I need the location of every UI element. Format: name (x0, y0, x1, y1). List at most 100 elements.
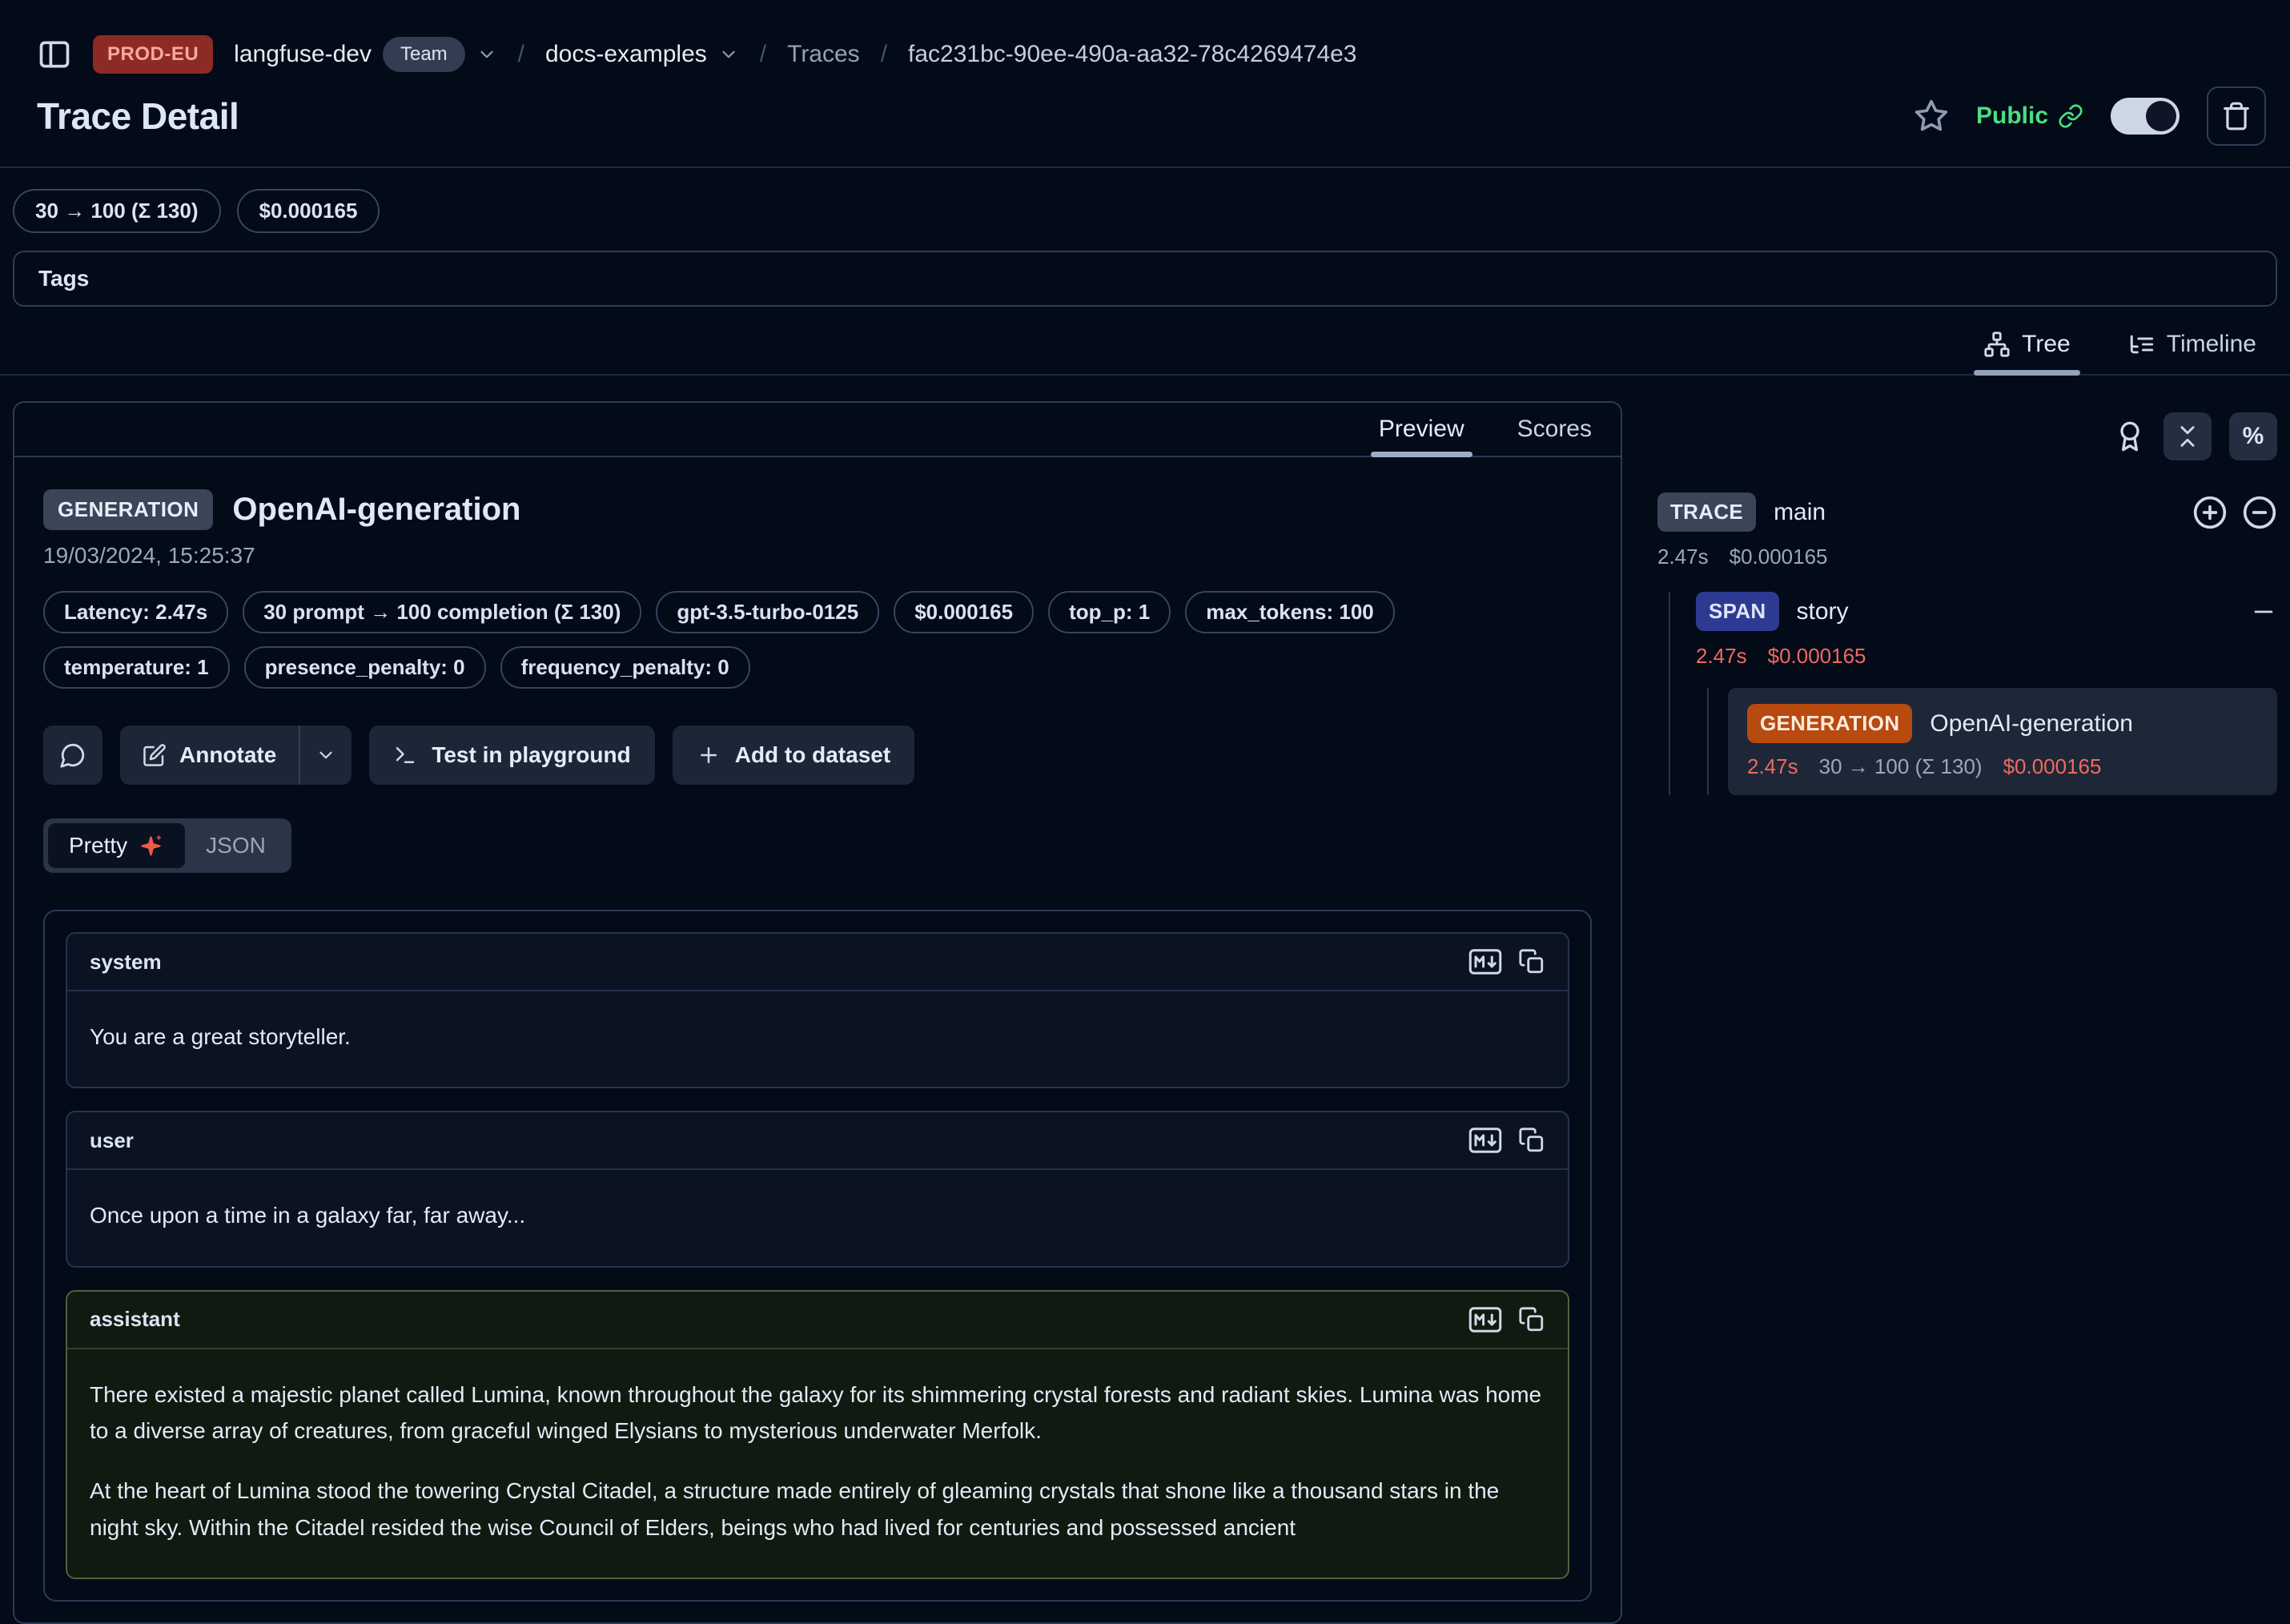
expand-all-button[interactable] (2192, 495, 2228, 530)
messages-container: system (43, 910, 1592, 1602)
tree-row-span[interactable]: SPAN story (1696, 592, 2277, 631)
message-content: There existed a majestic planet called L… (67, 1349, 1568, 1578)
public-toggle[interactable] (2111, 98, 2180, 135)
team-badge: Team (383, 37, 465, 72)
trace-latency: 2.47s (1657, 545, 1709, 569)
tree-row-trace[interactable]: TRACE main (1657, 492, 2277, 532)
max-tokens-badge: max_tokens: 100 (1185, 591, 1395, 633)
tab-tree[interactable]: Tree (1974, 331, 2080, 374)
content-area: Preview Scores GENERATION OpenAI-generat… (0, 376, 2290, 1624)
circle-minus-icon (2242, 495, 2277, 530)
markdown-toggle-button[interactable] (1468, 1306, 1502, 1333)
tree-row-generation-selected[interactable]: GENERATION OpenAI-generation 2.47s 30 → … (1728, 688, 2277, 795)
span-metrics: 2.47s $0.000165 (1696, 644, 2277, 669)
add-to-dataset-label: Add to dataset (735, 742, 890, 768)
span-latency: 2.47s (1696, 644, 1747, 669)
award-icon (2114, 420, 2146, 452)
copy-button[interactable] (1518, 948, 1545, 975)
environment-badge: PROD-EU (93, 35, 213, 74)
annotate-button-group: Annotate (120, 726, 352, 785)
circle-plus-icon (2192, 495, 2228, 530)
span-cost: $0.000165 (1768, 644, 1866, 669)
trace-summary: 30 → 100 (Σ 130) $0.000165 (0, 168, 2290, 233)
project-switcher-chevron[interactable] (476, 44, 497, 65)
page-header: Trace Detail Public (0, 74, 2290, 146)
generation-name: OpenAI-generation (1930, 710, 2133, 738)
chevron-down-icon (476, 44, 497, 65)
collapse-span-button[interactable] (2250, 598, 2277, 625)
annotations-button[interactable] (2114, 420, 2146, 452)
collapse-all-button[interactable] (2242, 495, 2277, 530)
trash-icon (2221, 101, 2252, 131)
annotate-dropdown-button[interactable] (300, 726, 352, 785)
message-header: user (67, 1112, 1568, 1170)
copy-button[interactable] (1518, 1306, 1545, 1333)
trace-cost-badge: $0.000165 (237, 189, 380, 233)
generation-latency: 2.47s (1747, 754, 1798, 779)
comment-button[interactable] (43, 726, 102, 785)
tab-timeline[interactable]: Timeline (2119, 331, 2266, 374)
public-link-button[interactable]: Public (1976, 103, 2083, 130)
tab-timeline-label: Timeline (2167, 331, 2256, 358)
breadcrumb-traces-link[interactable]: Traces (787, 41, 860, 68)
show-metrics-button[interactable]: % (2229, 412, 2277, 460)
trace-children: SPAN story 2.47s $0.000165 GENER (1669, 592, 2277, 795)
span-children: GENERATION OpenAI-generation 2.47s 30 → … (1707, 688, 2277, 795)
message-content: You are a great storyteller. (67, 991, 1568, 1087)
tab-tree-label: Tree (2022, 331, 2071, 358)
message-content: Once upon a time in a galaxy far, far aw… (67, 1170, 1568, 1265)
tab-scores[interactable]: Scores (1509, 403, 1600, 456)
model-badge: gpt-3.5-turbo-0125 (656, 591, 879, 633)
folder-switcher-chevron[interactable] (718, 44, 739, 65)
collapse-tree-button[interactable] (2163, 412, 2212, 460)
breadcrumb-folder[interactable]: docs-examples (545, 41, 707, 68)
markdown-toggle-button[interactable] (1468, 948, 1502, 975)
markdown-toggle-button[interactable] (1468, 1127, 1502, 1154)
format-json-segment[interactable]: JSON (185, 823, 287, 868)
copy-button[interactable] (1518, 1127, 1545, 1154)
breadcrumb-separator: / (881, 41, 887, 68)
markdown-icon (1468, 1127, 1502, 1154)
page-title: Trace Detail (37, 94, 239, 138)
terminal-icon (393, 743, 417, 767)
tags-input[interactable]: Tags (13, 251, 2277, 307)
assistant-paragraph: At the heart of Lumina stood the towerin… (90, 1473, 1545, 1546)
bookmark-button[interactable] (1914, 98, 1949, 134)
observation-type-badge: GENERATION (43, 489, 213, 530)
trace-token-badge: 30 → 100 (Σ 130) (13, 189, 221, 233)
cost-badge: $0.000165 (894, 591, 1034, 633)
top-p-badge: top_p: 1 (1048, 591, 1171, 633)
tab-preview[interactable]: Preview (1371, 403, 1472, 456)
breadcrumb-separator: / (518, 41, 524, 68)
format-pretty-segment[interactable]: Pretty (48, 823, 185, 868)
trace-metrics: 2.47s $0.000165 (1657, 545, 2277, 569)
generation-metrics: 2.47s 30 → 100 (Σ 130) $0.000165 (1747, 754, 2258, 779)
message-header: system (67, 934, 1568, 991)
presence-penalty-badge: presence_penalty: 0 (244, 646, 486, 689)
markdown-icon (1468, 948, 1502, 975)
sidebar-toggle-button[interactable] (37, 37, 72, 72)
breadcrumb: PROD-EU langfuse-dev Team / docs-example… (0, 0, 2290, 74)
tags-label: Tags (38, 266, 89, 291)
token-usage-badge: 30 prompt → 100 completion (Σ 130) (243, 591, 641, 633)
span-type-badge: SPAN (1696, 592, 1779, 631)
latency-badge: Latency: 2.47s (43, 591, 228, 633)
message-role: assistant (90, 1307, 180, 1332)
system-message: system (66, 932, 1569, 1088)
observation-body: GENERATION OpenAI-generation 19/03/2024,… (14, 457, 1621, 1602)
annotate-button[interactable]: Annotate (120, 726, 299, 785)
test-in-playground-button[interactable]: Test in playground (369, 726, 654, 785)
panel-left-icon (37, 37, 72, 72)
trace-tree-panel: % TRACE main (1657, 401, 2277, 1624)
observation-timestamp: 19/03/2024, 15:25:37 (43, 543, 1592, 569)
generation-type-badge: GENERATION (1747, 704, 1912, 743)
delete-trace-button[interactable] (2207, 86, 2266, 146)
markdown-icon (1468, 1306, 1502, 1333)
format-pretty-label: Pretty (69, 833, 127, 858)
list-tree-icon (2128, 331, 2155, 358)
add-to-dataset-button[interactable]: Add to dataset (673, 726, 914, 785)
chevrons-down-up-icon (2174, 423, 2201, 450)
format-toggle: Pretty JSON (43, 818, 291, 873)
breadcrumb-project[interactable]: langfuse-dev (234, 41, 372, 68)
copy-icon (1518, 1127, 1545, 1154)
